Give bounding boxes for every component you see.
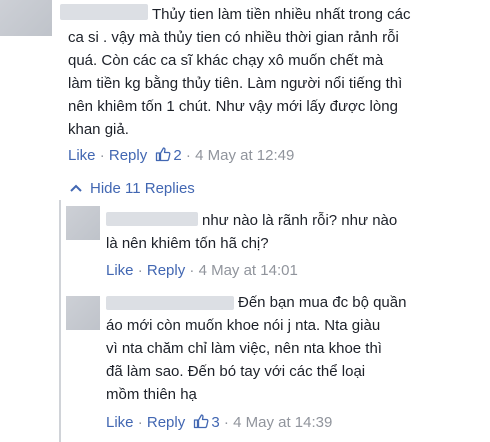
separator: · bbox=[137, 262, 143, 279]
commenter-avatar[interactable] bbox=[0, 0, 52, 36]
reply-line: áo mới còn muốn khoe nói j nta. Nta giàu bbox=[106, 317, 381, 334]
reply-line: vì nta chăm chỉ làm việc, nên nta khoe t… bbox=[106, 340, 382, 357]
reply-line: Đến bạn mua đc bộ quần bbox=[238, 294, 407, 311]
separator: · bbox=[189, 262, 195, 279]
comment-line: khan giả. bbox=[68, 121, 129, 138]
commenter-name-redacted[interactable] bbox=[60, 4, 148, 20]
reply-actions: Like · Reply · 4 May at 14:01 bbox=[106, 262, 298, 280]
separator: · bbox=[137, 414, 143, 431]
comment-line: nên khiêm tốn 1 chút. Như vậy mới lấy đư… bbox=[68, 98, 398, 115]
comment-timestamp[interactable]: 4 May at 12:49 bbox=[195, 147, 294, 164]
separator: · bbox=[99, 147, 105, 164]
like-link[interactable]: Like bbox=[106, 414, 134, 431]
reaction-count[interactable]: 2 bbox=[151, 147, 186, 164]
comment-actions: Like · Reply 2 · 4 May at 12:49 bbox=[68, 146, 294, 165]
hide-replies-label: Hide 11 Replies bbox=[90, 180, 195, 197]
reply-actions: Like · Reply 3 · 4 May at 14:39 bbox=[106, 413, 332, 432]
comment-line: ca si . vậy mà thủy tien có nhiều thời g… bbox=[68, 29, 399, 46]
separator: · bbox=[185, 147, 191, 164]
reply-link[interactable]: Reply bbox=[147, 414, 185, 431]
reply-avatar[interactable] bbox=[66, 296, 100, 330]
reaction-count[interactable]: 3 bbox=[189, 414, 224, 431]
reply-avatar[interactable] bbox=[66, 206, 100, 240]
like-link[interactable]: Like bbox=[68, 147, 96, 164]
reply-line: đã làm sao. Đến bó tay với các thể loại bbox=[106, 363, 366, 380]
replier-name-redacted[interactable] bbox=[106, 296, 234, 310]
hide-replies-toggle[interactable]: Hide 11 Replies bbox=[70, 180, 195, 198]
like-count: 2 bbox=[173, 147, 182, 164]
thumbs-up-icon bbox=[194, 414, 209, 429]
like-count: 3 bbox=[211, 414, 220, 431]
reply-line: là nên khiêm tốn hã chị? bbox=[106, 235, 269, 252]
reply-line: mồm thiên hạ bbox=[106, 386, 197, 403]
reply-line: như nào là rãnh rỗi? như nào bbox=[202, 212, 398, 229]
comment-line: Thủy tien làm tiền nhiều nhất trong các bbox=[152, 6, 411, 23]
reply-timestamp[interactable]: 4 May at 14:39 bbox=[233, 414, 332, 431]
reply-thread-line bbox=[59, 200, 61, 442]
chevron-up-icon bbox=[70, 184, 82, 192]
separator: · bbox=[223, 414, 229, 431]
replier-name-redacted[interactable] bbox=[106, 212, 198, 226]
reply-link[interactable]: Reply bbox=[109, 147, 147, 164]
like-link[interactable]: Like bbox=[106, 262, 134, 279]
comment-line: làm tiền kg bằng thủy tiên. Làm người nổ… bbox=[68, 75, 403, 92]
thumbs-up-icon bbox=[156, 147, 171, 162]
reply-timestamp[interactable]: 4 May at 14:01 bbox=[199, 262, 298, 279]
comment-line: quá. Còn các ca sĩ khác chạy xô muốn chế… bbox=[68, 52, 384, 69]
reply-link[interactable]: Reply bbox=[147, 262, 185, 279]
